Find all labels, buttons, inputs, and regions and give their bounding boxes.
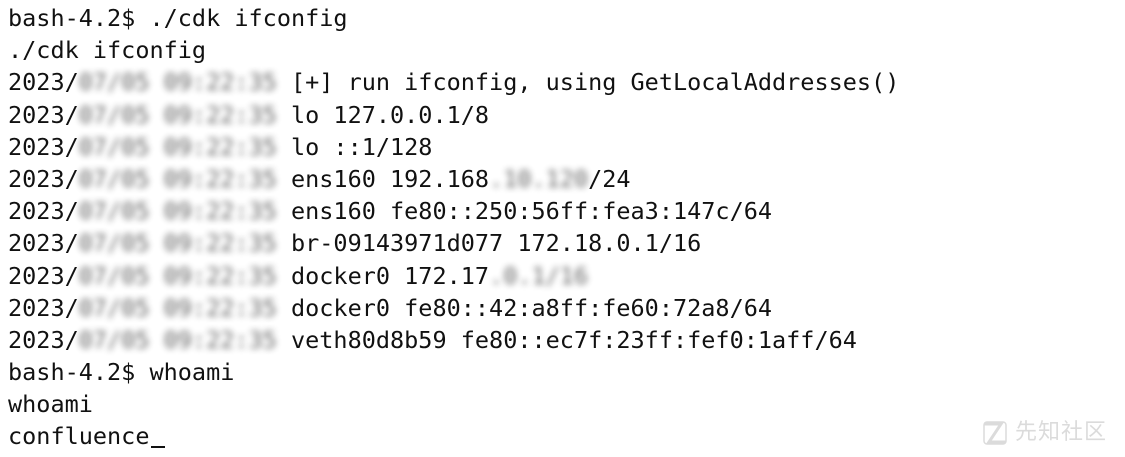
terminal-window[interactable]: bash-4.2$ ./cdk ifconfig ./cdk ifconfig 20…: [0, 0, 1125, 457]
xianzhi-logo-icon: [983, 421, 1007, 445]
redacted-timestamp: 07/05 09:22:35: [78, 261, 277, 290]
log-date-prefix: 2023/: [8, 325, 79, 354]
terminal-line: 2023/07/05 09:22:35 lo ::1/128: [8, 131, 1125, 163]
redacted-address: .10.120: [489, 164, 589, 193]
watermark: 先知社区: [981, 417, 1107, 449]
redacted-timestamp: 07/05 09:22:35: [78, 293, 277, 322]
redacted-timestamp: 07/05 09:22:35: [78, 164, 277, 193]
line-text: bash-4.2$ whoami: [8, 358, 235, 387]
redacted-timestamp: 07/05 09:22:35: [78, 325, 277, 354]
terminal-line: 2023/07/05 09:22:35 docker0 fe80::42:a8f…: [8, 292, 1125, 324]
log-message: veth80d8b59 fe80::ec7f:23ff:fef0:1aff/64: [276, 325, 857, 354]
terminal-line: 2023/07/05 09:22:35 veth80d8b59 fe80::ec…: [8, 324, 1125, 356]
redacted-timestamp: 07/05 09:22:35: [78, 229, 277, 258]
log-message: br-09143971d077 172.18.0.1/16: [276, 229, 702, 258]
cursor: [151, 446, 166, 449]
line-text: bash-4.2$ ./cdk ifconfig: [8, 4, 348, 32]
log-message: docker0 fe80::42:a8ff:fe60:72a8/64: [276, 293, 773, 322]
log-date-prefix: 2023/: [8, 164, 79, 193]
redacted-timestamp: 07/05 09:22:35: [78, 68, 277, 97]
terminal-line: 2023/07/05 09:22:35 ens160 fe80::250:56f…: [8, 195, 1125, 227]
log-message: docker0 172.17: [276, 261, 490, 290]
log-date-prefix: 2023/: [8, 197, 79, 226]
terminal-line: whoami: [8, 388, 1125, 420]
terminal-line: 2023/07/05 09:22:35 docker0 172.17.0.1/1…: [8, 260, 1125, 292]
redacted-timestamp: 07/05 09:22:35: [78, 197, 277, 226]
line-text: ./cdk ifconfig: [8, 36, 207, 65]
watermark-text: 先知社区: [1014, 419, 1107, 445]
log-message-tail: /24: [588, 164, 631, 193]
redacted-timestamp: 07/05 09:22:35: [78, 132, 277, 161]
redacted-timestamp: 07/05 09:22:35: [78, 100, 277, 129]
terminal-line: bash-4.2$ ./cdk ifconfig: [8, 2, 1125, 34]
terminal-line: 2023/07/05 09:22:35 ens160 192.168.10.12…: [8, 163, 1125, 195]
terminal-line: 2023/07/05 09:22:35 [+] run ifconfig, us…: [8, 66, 1125, 98]
line-text: confluence: [8, 422, 150, 451]
log-date-prefix: 2023/: [8, 100, 79, 129]
terminal-line: 2023/07/05 09:22:35 lo 127.0.0.1/8: [8, 99, 1125, 131]
terminal-line: 2023/07/05 09:22:35 br-09143971d077 172.…: [8, 227, 1125, 259]
log-message: lo ::1/128: [276, 132, 433, 161]
log-message: lo 127.0.0.1/8: [276, 100, 490, 129]
terminal-line: ./cdk ifconfig: [8, 34, 1125, 66]
log-date-prefix: 2023/: [8, 293, 79, 322]
log-date-prefix: 2023/: [8, 229, 79, 258]
log-message: ens160 fe80::250:56ff:fea3:147c/64: [276, 197, 773, 226]
terminal-line: confluence: [8, 420, 1125, 452]
log-date-prefix: 2023/: [8, 261, 79, 290]
line-text: whoami: [8, 390, 93, 419]
log-date-prefix: 2023/: [8, 68, 79, 97]
redacted-address: .0.1/16: [489, 261, 589, 290]
terminal-line: bash-4.2$ whoami: [8, 356, 1125, 388]
terminal-output: bash-4.2$ ./cdk ifconfig ./cdk ifconfig 20…: [8, 2, 1125, 453]
log-date-prefix: 2023/: [8, 132, 79, 161]
log-message: ens160 192.168: [276, 164, 490, 193]
log-message: [+] run ifconfig, using GetLocalAddresse…: [276, 68, 900, 97]
